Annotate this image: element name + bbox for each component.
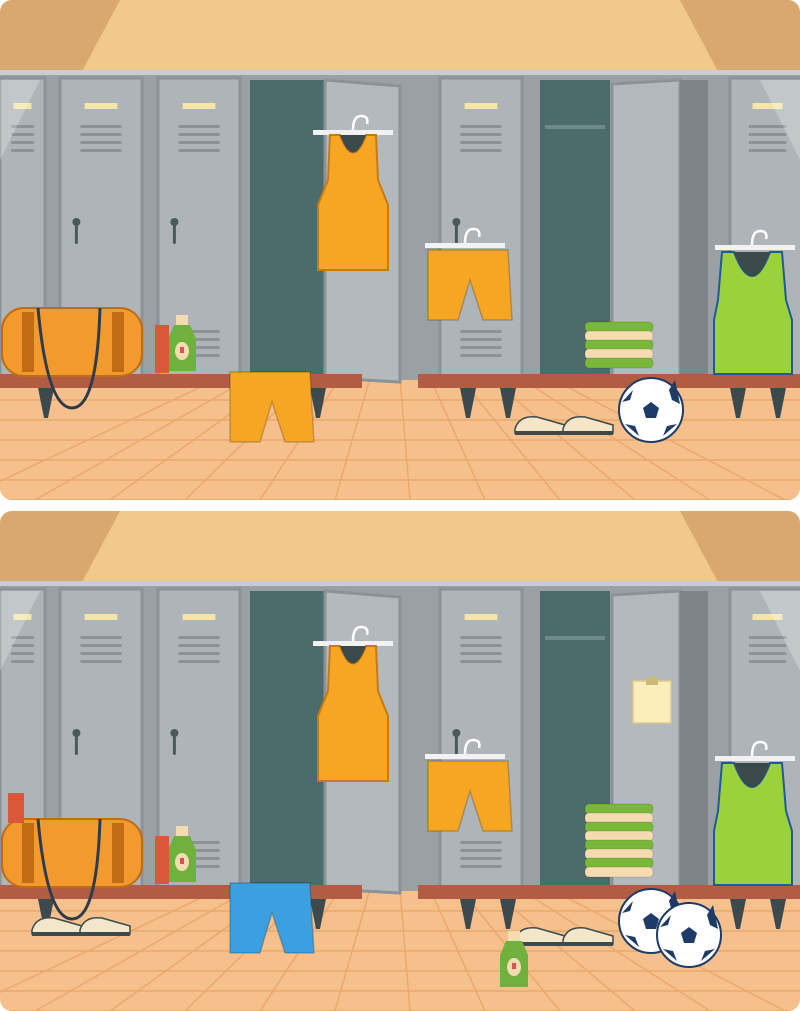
green-tank-top[interactable] <box>713 740 795 886</box>
locker-door <box>156 76 242 380</box>
red-tube <box>155 325 169 373</box>
soccer-ball-extra[interactable] <box>656 902 722 968</box>
locker-door <box>438 76 524 380</box>
open-locker-interior <box>250 80 325 378</box>
sticky-note[interactable] <box>632 677 672 724</box>
scene-top[interactable] <box>0 0 800 500</box>
red-tube <box>155 836 169 884</box>
towel-stack[interactable] <box>584 321 654 369</box>
soccer-ball[interactable] <box>618 377 684 443</box>
towel-stack[interactable] <box>584 803 654 878</box>
locker-door <box>156 587 242 891</box>
scene-panel-bottom[interactable] <box>0 511 800 1011</box>
bench-right <box>418 885 800 899</box>
locker-door <box>438 587 524 891</box>
open-locker-interior <box>250 591 325 889</box>
scene-panel-top[interactable] <box>0 0 800 500</box>
scene-bottom[interactable] <box>0 511 800 1011</box>
bench-right <box>418 374 800 388</box>
green-tank-top[interactable] <box>713 229 795 375</box>
extra-red-item <box>8 793 24 823</box>
